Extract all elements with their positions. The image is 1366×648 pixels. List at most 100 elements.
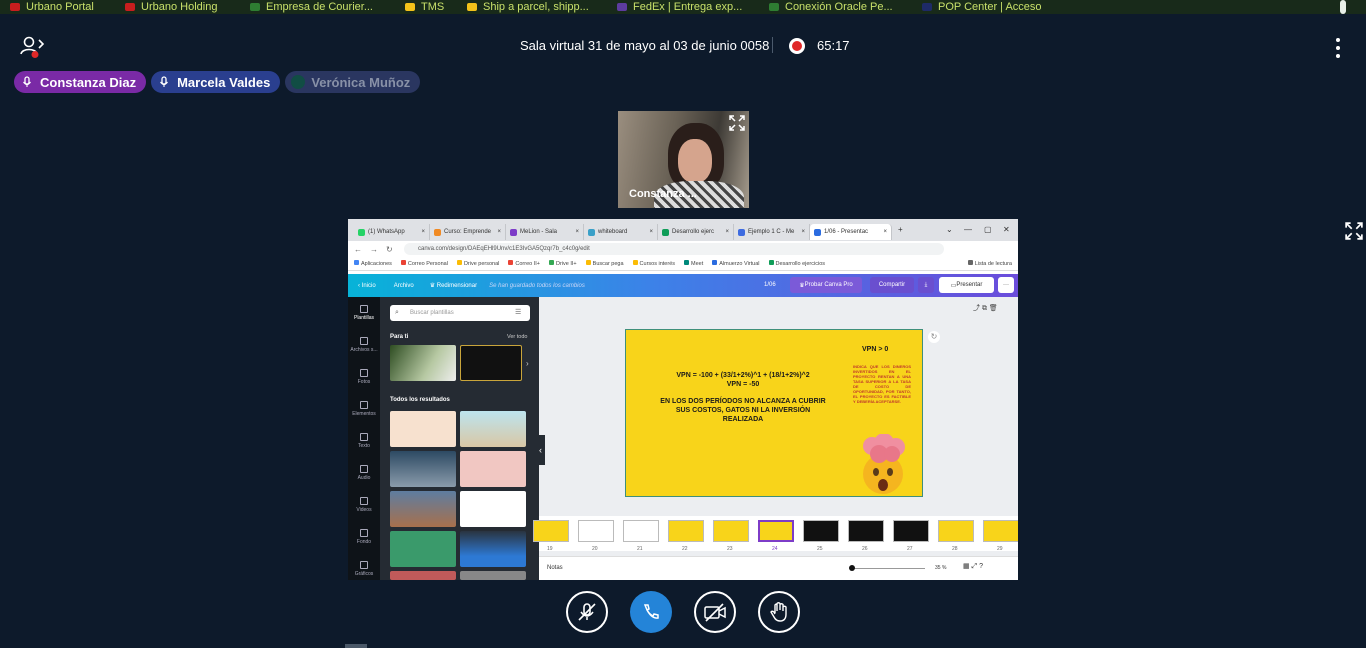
footer-icons[interactable]: ▦ ⤢ ? <box>963 562 983 571</box>
bookmark-item[interactable]: POP Center | Acceso <box>912 0 1062 14</box>
rail-item[interactable]: Archivos s... <box>348 337 380 353</box>
probar-pro-button[interactable]: ♛ Probar Canva Pro <box>790 277 862 293</box>
template-thumbnail[interactable] <box>460 345 522 381</box>
bookmark-item[interactable]: Almuerzo Virtual <box>712 260 760 267</box>
participant-chip[interactable]: Verónica Muñoz <box>285 71 421 93</box>
slide-thumbnail[interactable] <box>758 520 794 542</box>
slide-thumbnail[interactable] <box>983 520 1018 542</box>
bookmark-item[interactable]: Aplicaciones <box>354 260 392 267</box>
forward-icon[interactable]: → <box>370 245 378 254</box>
fullscreen-icon[interactable] <box>1345 222 1363 240</box>
participants-icon[interactable] <box>20 36 46 58</box>
template-search-input[interactable]: Buscar plantillas <box>390 305 530 321</box>
mute-button[interactable] <box>566 591 608 633</box>
slide-thumbnail[interactable] <box>803 520 839 542</box>
collapse-panel-icon[interactable]: ‹ <box>539 435 545 465</box>
participant-chip[interactable]: Constanza Diaz <box>14 71 147 93</box>
rail-item[interactable]: Elementos <box>348 401 380 417</box>
minimize-icon[interactable]: — <box>964 225 972 234</box>
template-thumbnail[interactable] <box>390 451 456 487</box>
inicio-link[interactable]: ‹ Inicio <box>358 283 376 289</box>
tab-close-icon[interactable]: × <box>575 229 579 235</box>
rail-item[interactable]: Texto <box>348 433 380 449</box>
bookmark-item[interactable]: FedEx | Entrega exp... <box>607 0 759 14</box>
canvas-toolbar-icons[interactable]: ⤴ ⧉ 🗑 <box>973 303 998 313</box>
scrollbar[interactable] <box>1340 0 1346 14</box>
bookmark-item[interactable]: Lista de lectura <box>967 260 1012 267</box>
tab-search-icon[interactable]: ⌄ <box>946 225 953 234</box>
url-field[interactable]: canva.com/design/DAEqEHl9Unv/c1E3IvGA5Qz… <box>404 243 944 255</box>
reload-icon[interactable]: ↻ <box>386 245 393 254</box>
template-thumbnail[interactable] <box>460 411 526 447</box>
slide-thumbnail[interactable] <box>578 520 614 542</box>
bookmark-item[interactable]: Drive II+ <box>549 260 577 267</box>
bookmark-item[interactable]: Desarrollo ejercicios <box>768 260 825 267</box>
tab-close-icon[interactable]: × <box>725 229 729 235</box>
browser-tab[interactable]: Desarrollo ejerc × <box>658 224 734 240</box>
zoom-slider[interactable] <box>851 568 925 569</box>
raise-hand-button[interactable] <box>758 591 800 633</box>
more-options-icon[interactable] <box>1332 38 1344 58</box>
browser-tab[interactable]: Ejemplo 1 C - Me × <box>734 224 810 240</box>
browser-tab[interactable]: whiteboard × <box>584 224 658 240</box>
bookmark-item[interactable]: Correo Personal <box>400 260 448 267</box>
video-tile[interactable]: Constanza ... <box>618 111 749 208</box>
rail-item[interactable]: Fondo <box>348 529 380 545</box>
tab-close-icon[interactable]: × <box>649 229 653 235</box>
slide-thumbnail[interactable] <box>713 520 749 542</box>
slide-thumbnail[interactable] <box>533 520 569 542</box>
notas-button[interactable]: Notas <box>547 565 563 571</box>
slide-thumbnail[interactable] <box>938 520 974 542</box>
slide-thumbnail[interactable] <box>668 520 704 542</box>
browser-tab[interactable]: Curso: Emprende × <box>430 224 506 240</box>
bookmark-item[interactable]: Meet <box>684 260 703 267</box>
bookmark-item[interactable]: Ship a parcel, shipp... <box>457 0 607 14</box>
bookmark-item[interactable]: Drive personal <box>456 260 499 267</box>
template-thumbnail[interactable] <box>460 571 526 580</box>
template-thumbnail[interactable] <box>390 491 456 527</box>
template-thumbnail[interactable] <box>390 571 456 580</box>
template-thumbnail[interactable] <box>390 345 456 381</box>
template-thumbnail[interactable] <box>390 411 456 447</box>
bookmark-item[interactable]: Urbano Portal <box>0 0 115 14</box>
slide-thumbnail[interactable] <box>848 520 884 542</box>
close-window-icon[interactable]: ✕ <box>1003 225 1010 234</box>
rail-item[interactable]: Gráficos <box>348 561 380 577</box>
ver-todo-link[interactable]: Ver todo <box>507 334 528 340</box>
slide-thumbnail[interactable] <box>893 520 929 542</box>
template-thumbnail[interactable] <box>390 531 456 567</box>
hang-up-button[interactable] <box>630 591 672 633</box>
redimensionar-menu[interactable]: ♛ Redimensionar <box>430 282 477 289</box>
rail-item[interactable]: Videos <box>348 497 380 513</box>
tab-close-icon[interactable]: × <box>421 229 425 235</box>
rail-item[interactable]: Plantillas <box>348 305 380 321</box>
bookmark-item[interactable]: TMS <box>395 0 457 14</box>
current-slide[interactable]: VPN > 0 VPN = -100 + (33/1+2%)^1 + (18/1… <box>625 329 923 497</box>
camera-off-button[interactable] <box>694 591 736 633</box>
download-icon[interactable]: ⤓ <box>918 277 934 293</box>
expand-icon[interactable] <box>729 115 745 131</box>
template-thumbnail[interactable] <box>460 491 526 527</box>
tab-close-icon[interactable]: × <box>883 229 887 235</box>
presentar-button[interactable]: ▭ Presentar <box>939 277 994 293</box>
zoom-slider-handle[interactable] <box>849 565 855 571</box>
archivo-menu[interactable]: Archivo <box>394 283 414 289</box>
maximize-icon[interactable]: ▢ <box>984 225 992 234</box>
slide-thumbnail[interactable] <box>623 520 659 542</box>
browser-tab[interactable]: (1) WhatsApp × <box>354 224 430 240</box>
bookmark-item[interactable]: Buscar pega <box>585 260 624 267</box>
bookmark-item[interactable]: Cursos interés <box>632 260 675 267</box>
template-thumbnail[interactable] <box>460 451 526 487</box>
tab-close-icon[interactable]: × <box>801 229 805 235</box>
bookmark-item[interactable]: Conexión Oracle Pe... <box>759 0 912 14</box>
bookmark-item[interactable]: Urbano Holding <box>115 0 240 14</box>
new-tab-icon[interactable]: + <box>898 225 903 234</box>
bookmark-item[interactable]: Empresa de Courier... <box>240 0 395 14</box>
browser-tab[interactable]: 1/06 - Presentac × <box>810 224 892 240</box>
more-icon[interactable]: ··· <box>998 277 1014 293</box>
rail-item[interactable]: Fotos <box>348 369 380 385</box>
participant-chip[interactable]: Marcela Valdes <box>151 71 281 93</box>
rail-item[interactable]: Audio <box>348 465 380 481</box>
compartir-button[interactable]: Compartir <box>870 277 914 293</box>
back-icon[interactable]: ← <box>354 245 362 254</box>
